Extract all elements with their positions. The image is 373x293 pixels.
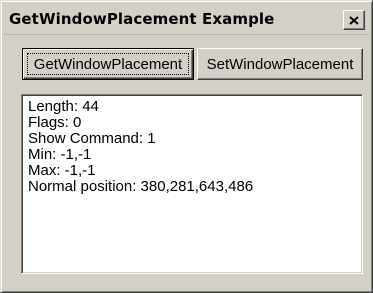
close-icon bbox=[349, 15, 359, 25]
title-bar[interactable]: GetWindowPlacement Example bbox=[4, 4, 369, 35]
dialog-window: GetWindowPlacement Example GetWindowPlac… bbox=[0, 0, 373, 293]
output-line-show-command: Show Command: 1 bbox=[28, 130, 156, 147]
close-button[interactable] bbox=[343, 10, 365, 30]
output-line-length: Length: 44 bbox=[28, 98, 99, 115]
output-line-min: Min: -1,-1 bbox=[28, 146, 92, 163]
output-line-normal-position: Normal position: 380,281,643,486 bbox=[28, 178, 254, 195]
window-title: GetWindowPlacement Example bbox=[9, 10, 275, 28]
output-line-flags: Flags: 0 bbox=[28, 114, 82, 131]
get-window-placement-button[interactable]: GetWindowPlacement bbox=[22, 48, 194, 80]
output-line-max: Max: -1,-1 bbox=[28, 162, 96, 179]
set-window-placement-button[interactable]: SetWindowPlacement bbox=[197, 48, 363, 80]
output-text-box[interactable]: Length: 44 Flags: 0 Show Command: 1 Min:… bbox=[21, 94, 363, 274]
set-window-placement-label: SetWindowPlacement bbox=[206, 55, 354, 73]
get-window-placement-label: GetWindowPlacement bbox=[33, 55, 183, 73]
